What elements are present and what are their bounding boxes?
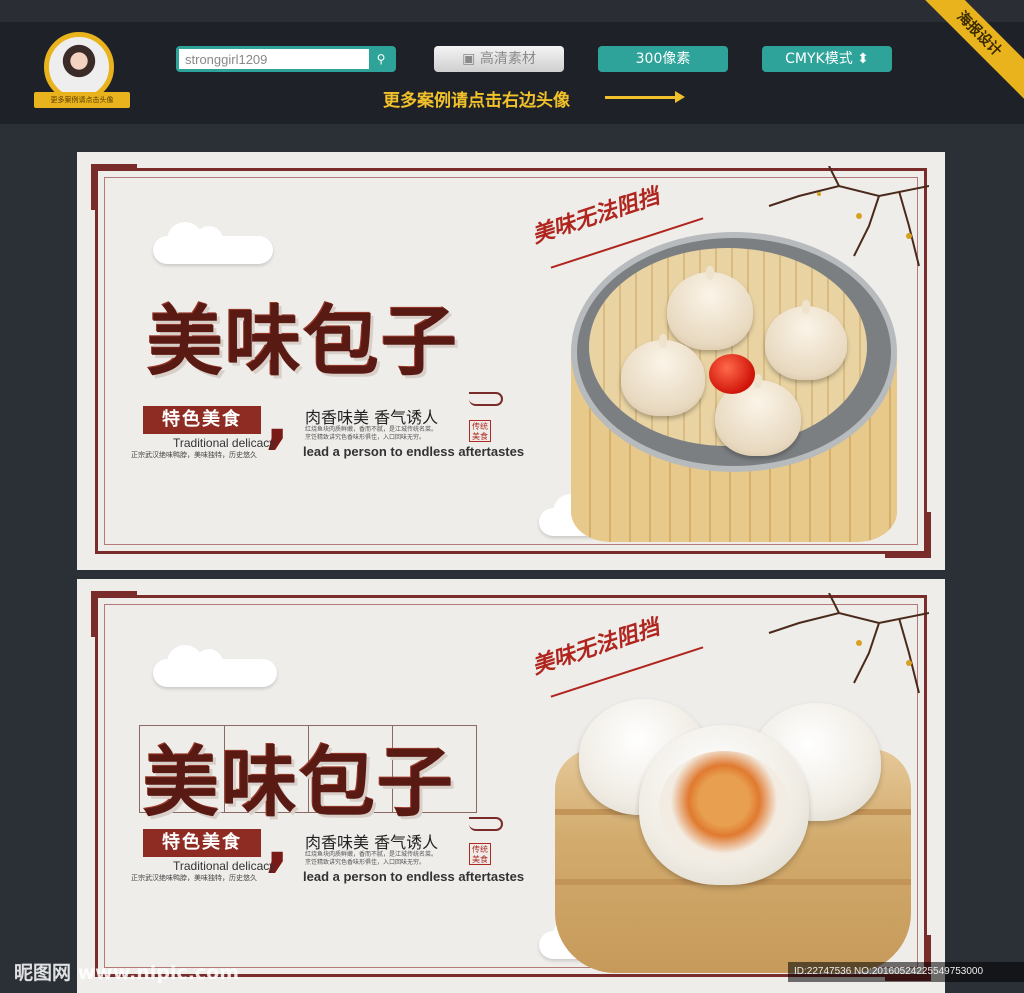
body-text: 红烧鱼块肉质鲜嫩，香而不腻，是江城传统名菜。 (305, 426, 438, 433)
bun-filling (659, 751, 789, 861)
top-bar: 更多案例请点击头像 ⚲ ▣ 高清素材 300像素 CMYK模式 ⬍ 更多案例请点… (0, 0, 1024, 124)
sort-arrows-icon: ⬍ (852, 51, 869, 67)
dumpling (667, 266, 753, 350)
poster-1: 美味包子 特色美食 , Traditional delicacy 正宗武汉绝味鸭… (77, 152, 945, 570)
cloud-decoration (153, 222, 273, 264)
search-box[interactable]: ⚲ (176, 46, 396, 72)
slogan: 肉香味美 香气诱人 (305, 833, 439, 852)
color-mode-label: CMYK模式 (785, 51, 853, 67)
steamer-image (555, 679, 915, 979)
seal-stamp: 传统美食 (469, 843, 491, 865)
avatar-ribbon[interactable]: 更多案例请点击头像 (34, 92, 130, 108)
image-icon: ▣ (462, 51, 480, 67)
swirl-decoration (469, 392, 503, 406)
dumpling (621, 334, 705, 416)
frame-corner-ornament (91, 591, 137, 637)
slogan-english: lead a person to endless aftertastes (303, 444, 525, 459)
tag-note: 正宗武汉绝味鸭脖，美味独特，历史悠久 (131, 874, 257, 882)
author-avatar[interactable]: 更多案例请点击头像 (34, 28, 130, 112)
body-text: 烹饪精致讲究色香味形俱佳，入口回味无穷。 (305, 434, 426, 441)
hd-material-button[interactable]: ▣ 高清素材 (434, 46, 564, 72)
top-stripe (0, 0, 1024, 22)
search-input[interactable] (179, 49, 371, 69)
slogan-english: lead a person to endless aftertastes (303, 869, 525, 884)
poster-title: 美味包子 (143, 738, 455, 827)
hd-material-label: 高清素材 (479, 51, 536, 67)
site-watermark: 昵图网 www.nipic.com (14, 962, 240, 984)
body-text: 红烧鱼块肉质鲜嫩，香而不腻，是江城传统名菜。 (305, 851, 438, 858)
tag-note: 正宗武汉绝味鸭脖，美味独特，历史悠久 (131, 451, 257, 459)
dumpling (765, 300, 847, 380)
cloud-decoration (153, 645, 277, 687)
search-button[interactable]: ⚲ (369, 49, 393, 69)
tag-english: Traditional delicacy (173, 859, 276, 873)
arrow-right-icon (605, 91, 685, 103)
poster-2: 美味包子 特色美食 , Traditional delicacy 正宗武汉绝味鸭… (77, 579, 945, 993)
tag-label: 特色美食 (143, 829, 261, 857)
tomato (709, 354, 755, 394)
tag-english: Traditional delicacy (173, 436, 276, 450)
body-text: 烹饪精致讲究色香味形俱佳，入口回味无穷。 (305, 859, 426, 866)
resolution-button[interactable]: 300像素 (598, 46, 728, 72)
swirl-decoration (469, 817, 503, 831)
slogan: 肉香味美 香气诱人 (305, 408, 439, 427)
frame-corner-ornament (91, 164, 137, 210)
steamer-image (571, 232, 897, 544)
seal-stamp: 传统美食 (469, 420, 491, 442)
color-mode-button[interactable]: CMYK模式 ⬍ (762, 46, 892, 72)
tag-label: 特色美食 (143, 406, 261, 434)
more-cases-link[interactable]: 更多案例请点击右边头像 (383, 86, 570, 111)
poster-title: 美味包子 (147, 297, 459, 386)
search-icon: ⚲ (376, 52, 386, 66)
image-id-strip: ID:22747536 NO:20160524225549753000 (788, 962, 1024, 982)
